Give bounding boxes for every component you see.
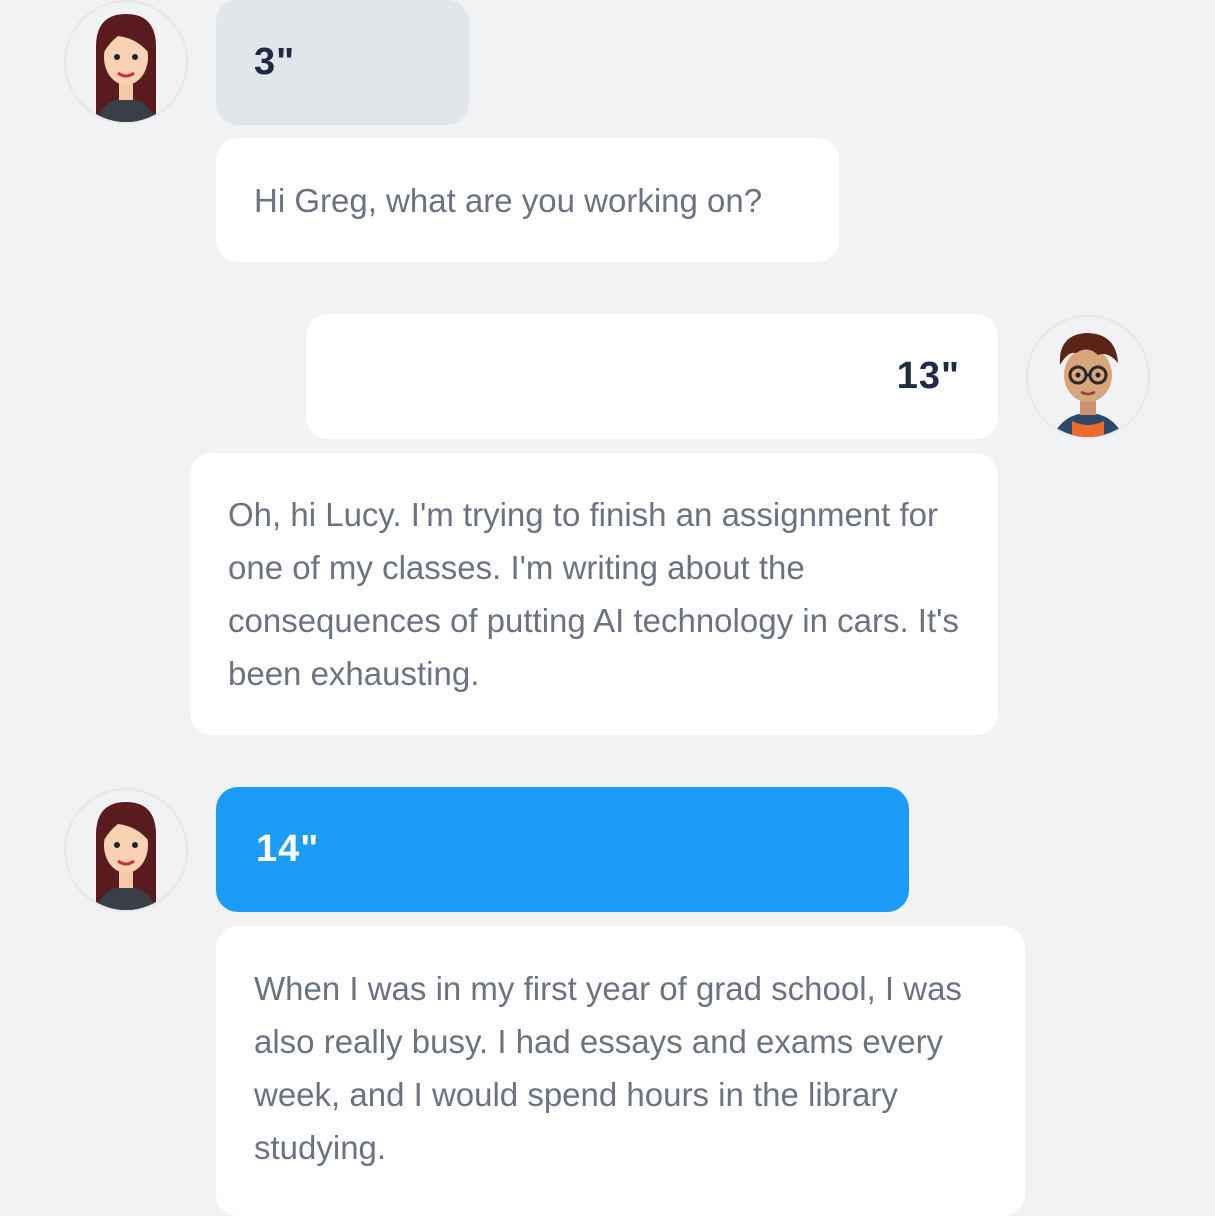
lucy-avatar-icon — [64, 0, 188, 124]
audio-message-2[interactable]: 13" — [306, 314, 998, 439]
message-text: When I was in my first year of grad scho… — [254, 970, 962, 1166]
audio-message-3-playing[interactable]: 14" — [216, 787, 909, 912]
message-bubble-2: Oh, hi Lucy. I'm trying to finish an ass… — [190, 453, 998, 735]
message-text: Oh, hi Lucy. I'm trying to finish an ass… — [228, 496, 959, 692]
audio-message-1[interactable]: 3" — [216, 0, 469, 125]
audio-duration: 14" — [256, 828, 320, 870]
greg-avatar-icon — [1026, 315, 1150, 439]
message-bubble-3: When I was in my first year of grad scho… — [216, 926, 1025, 1216]
message-bubble-1: Hi Greg, what are you working on? — [216, 138, 839, 262]
audio-duration: 13" — [896, 355, 960, 397]
audio-duration: 3" — [254, 41, 296, 83]
lucy-avatar-icon — [64, 788, 188, 912]
message-text: Hi Greg, what are you working on? — [254, 181, 763, 219]
